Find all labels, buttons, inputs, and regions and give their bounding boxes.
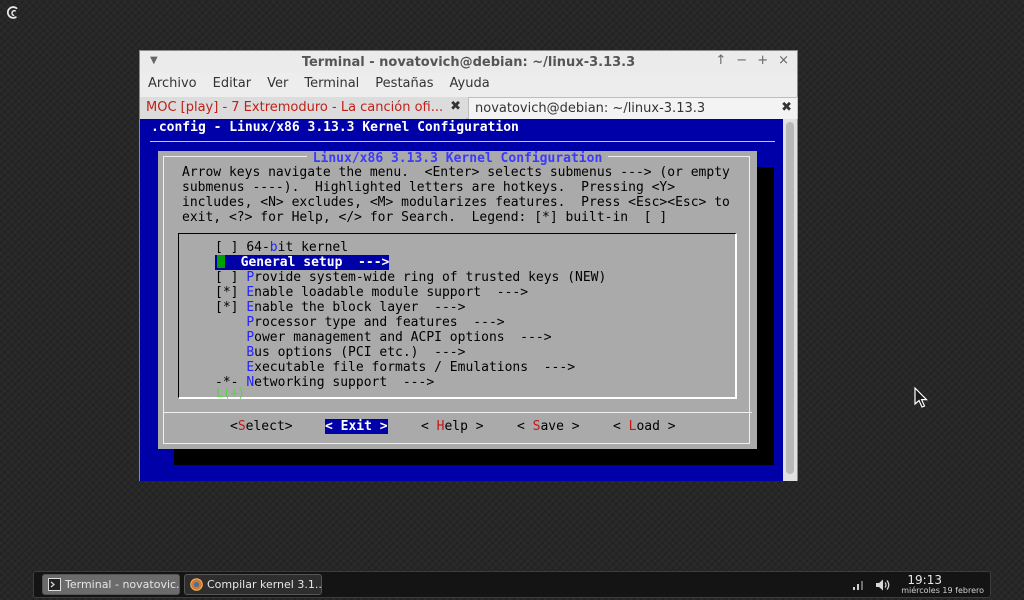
close-window-icon[interactable]: ×: [778, 53, 789, 68]
menu-pestanas[interactable]: Pestañas: [367, 73, 441, 97]
menu-editar[interactable]: Editar: [205, 73, 260, 97]
item-label: Power management and ACPI options --->: [246, 330, 552, 345]
item-state: [215, 360, 246, 375]
help-text: Arrow keys navigate the menu. <Enter> se…: [182, 165, 730, 225]
maximize-icon[interactable]: +: [757, 53, 768, 68]
scrollbar-thumb[interactable]: [786, 122, 794, 474]
hotkey-letter: E: [246, 300, 255, 315]
help-button[interactable]: < Help >: [421, 419, 484, 434]
hotkey-letter: b: [269, 240, 278, 255]
item-label: Processor type and features --->: [246, 315, 505, 330]
menu-item[interactable]: -*- Networking support --->: [215, 375, 434, 390]
task-compilar-kernel[interactable]: Compilar kernel 3.1...: [184, 574, 322, 595]
hotkey-letter: N: [246, 375, 255, 390]
hotkey-letter: P: [246, 270, 255, 285]
dialog-title: Linux/x86 3.13.3 Kernel Configuration: [158, 151, 757, 166]
close-tab-icon[interactable]: ✖: [450, 99, 461, 114]
hotkey-letter: P: [246, 315, 255, 330]
kconfig-dialog: Linux/x86 3.13.3 Kernel Configuration Ar…: [158, 151, 757, 449]
exit-button[interactable]: < Exit >: [325, 419, 388, 434]
shade-up-icon[interactable]: ↑: [715, 53, 726, 68]
item-label: Enable the block layer --->: [246, 300, 466, 315]
select-button[interactable]: <Select>: [230, 419, 293, 434]
load-button[interactable]: < Load >: [613, 419, 676, 434]
volume-icon[interactable]: [875, 578, 891, 592]
terminal-scrollbar[interactable]: [783, 119, 797, 481]
menu-item[interactable]: General setup --->: [215, 255, 390, 270]
item-state: [*]: [215, 285, 247, 300]
menu-list: [ ] 64-bit kernel General setup --->[ ] …: [178, 233, 737, 400]
item-state: [215, 345, 246, 360]
tab-label: MOC [play] - 7 Extremoduro - La canción …: [146, 100, 444, 115]
selection-cursor: [217, 255, 225, 268]
terminal-content[interactable]: .config - Linux/x86 3.13.3 Kernel Config…: [140, 119, 783, 481]
clock-time[interactable]: 19:13: [907, 573, 942, 587]
item-label: Executable file formats / Emulations ---…: [246, 360, 576, 375]
menu-item[interactable]: [ ] Provide system-wide ring of trusted …: [215, 270, 606, 285]
item-label: General setup --->: [240, 255, 390, 270]
tab-label: novatovich@debian: ~/linux-3.13.3: [475, 101, 706, 116]
menu-item[interactable]: [*] Enable the block layer --->: [215, 300, 465, 315]
task-label: Terminal - novatovic...: [65, 578, 180, 591]
network-signal-icon[interactable]: [852, 579, 864, 591]
menu-archivo[interactable]: Archivo: [140, 73, 205, 97]
close-tab-icon[interactable]: ✖: [781, 100, 792, 115]
item-label: Networking support --->: [246, 375, 435, 390]
item-state: [ ]: [215, 240, 247, 255]
item-state: [215, 315, 246, 330]
menu-item[interactable]: Executable file formats / Emulations ---…: [215, 360, 575, 375]
menu-item[interactable]: Power management and ACPI options --->: [215, 330, 552, 345]
button-separator: [163, 412, 752, 413]
menu-item[interactable]: Bus options (PCI etc.) --->: [215, 345, 465, 360]
tab-moc-player[interactable]: MOC [play] - 7 Extremoduro - La canción …: [140, 97, 466, 119]
browser-icon: [190, 578, 203, 591]
menu-ver[interactable]: Ver: [259, 73, 296, 97]
minimize-icon[interactable]: −: [736, 53, 747, 68]
item-label: 64-bit kernel: [246, 240, 349, 255]
more-items-indicator: L(+): [216, 386, 245, 400]
tab-bar: MOC [play] - 7 Extremoduro - La canción …: [140, 97, 798, 119]
debian-swirl-icon[interactable]: [4, 4, 22, 22]
terminal-icon: [48, 578, 61, 591]
tab-terminal-active[interactable]: novatovich@debian: ~/linux-3.13.3 ✖: [468, 97, 798, 119]
hotkey-letter: P: [246, 330, 255, 345]
task-label: Compilar kernel 3.1...: [207, 578, 322, 591]
window-title: Terminal - novatovich@debian: ~/linux-3.…: [301, 55, 636, 70]
menu-terminal[interactable]: Terminal: [296, 73, 367, 97]
terminal-window: ▼ Terminal - novatovich@debian: ~/linux-…: [139, 50, 798, 481]
item-state: [ ]: [215, 270, 247, 285]
taskbar: Terminal - novatovic... Compilar kernel …: [33, 571, 991, 598]
hotkey-letter: E: [246, 360, 255, 375]
item-state: [*]: [215, 300, 247, 315]
item-label: Enable loadable module support --->: [246, 285, 529, 300]
item-state: [215, 330, 246, 345]
menu-bar: Archivo Editar Ver Terminal Pestañas Ayu…: [140, 73, 797, 97]
item-label: Bus options (PCI etc.) --->: [246, 345, 466, 360]
menu-item[interactable]: Processor type and features --->: [215, 315, 505, 330]
config-title: .config - Linux/x86 3.13.3 Kernel Config…: [151, 120, 519, 135]
save-button[interactable]: < Save >: [517, 419, 580, 434]
config-title-rule: [150, 141, 775, 142]
menu-item[interactable]: [*] Enable loadable module support --->: [215, 285, 528, 300]
menu-item[interactable]: [ ] 64-bit kernel: [215, 240, 348, 255]
hotkey-letter: E: [246, 285, 255, 300]
task-terminal[interactable]: Terminal - novatovic...: [42, 574, 180, 595]
hotkey-letter: B: [246, 345, 255, 360]
clock-date[interactable]: miércoles 19 febrero: [901, 586, 984, 595]
menu-ayuda[interactable]: Ayuda: [442, 73, 498, 97]
window-titlebar[interactable]: ▼ Terminal - novatovich@debian: ~/linux-…: [140, 51, 797, 73]
mouse-pointer-icon: [914, 387, 928, 408]
item-label: Provide system-wide ring of trusted keys…: [246, 270, 607, 285]
